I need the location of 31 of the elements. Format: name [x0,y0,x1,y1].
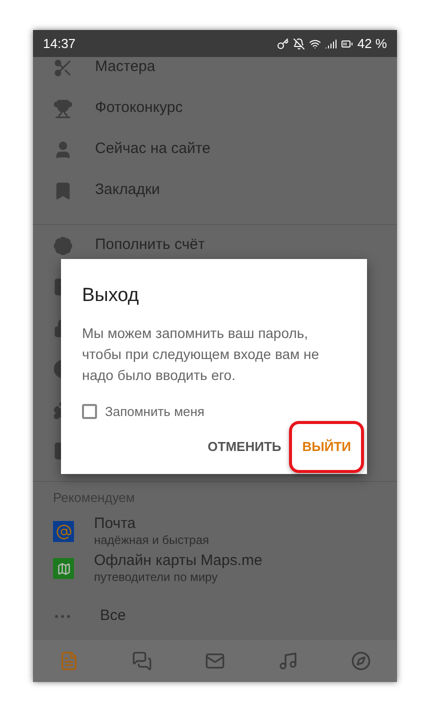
music-icon[interactable] [278,651,298,671]
mail-icon[interactable] [204,651,225,671]
app-title[interactable]: Офлайн карты Maps.me [94,552,262,570]
cancel-button[interactable]: ОТМЕНИТЬ [200,424,290,470]
menu-item[interactable]: Фотоконкурс [95,97,183,120]
app-title[interactable]: Почта [94,515,210,533]
trophy-icon [53,98,73,118]
app-subtitle: путеводители по миру [94,570,219,585]
confirm-button[interactable]: ВЫЙТИ [289,421,364,472]
wifi-icon [309,38,322,50]
compass-icon[interactable] [350,651,371,671]
checkbox-label: Запомнить меня [105,402,204,420]
menu-item[interactable]: Все [100,604,126,628]
dialog-title: Выход [82,284,140,308]
tools-icon [53,58,73,78]
menu-item[interactable]: Мастера [95,57,156,79]
app-subtitle: надёжная и быстрая [94,533,210,548]
map-icon [56,562,70,576]
key-icon [277,38,290,50]
battery-percent: 42 % [357,34,387,53]
menu-item[interactable]: Пополнить счёт [95,234,205,257]
menu-item[interactable]: Закладки [95,179,160,202]
battery-icon [341,38,354,50]
menu-item[interactable]: Сейчас на сайте [95,138,210,161]
bell-off-icon [293,38,306,50]
chat-icon[interactable] [132,651,152,671]
clock: 14:37 [43,34,76,53]
signal-icon [325,38,338,50]
more-icon [55,614,70,618]
dialog-message: Мы можем запомнить ваш пароль, чтобы при следующем входе вам не надо было вводить его. [82,324,320,385]
checkbox[interactable] [82,404,97,419]
